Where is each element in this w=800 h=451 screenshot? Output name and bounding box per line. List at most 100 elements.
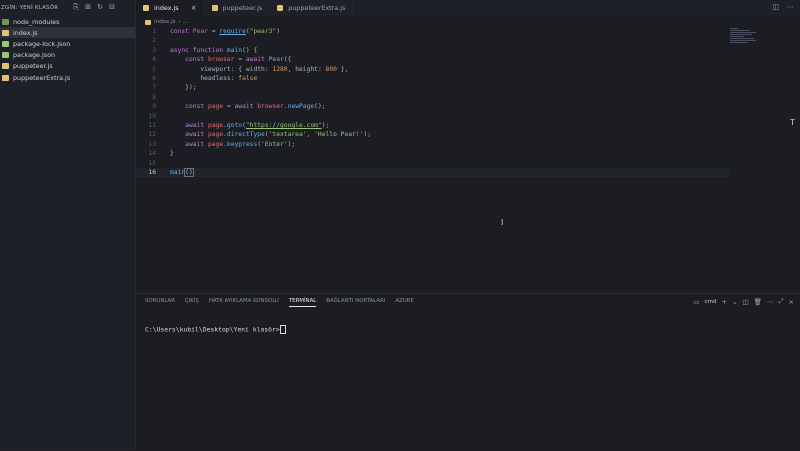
scrollbar-marker-icon[interactable]: T [790,118,795,127]
file-icon [2,74,9,81]
tree-item-label: puppeteerExtra.js [13,73,71,82]
identifier: page [207,140,224,148]
keyword: await [185,140,205,148]
terminal-shell-label[interactable]: cmd [704,299,716,305]
tab-puppeteerextra-js[interactable]: puppeteerExtra.js [270,0,354,16]
tree-item[interactable]: package.json [0,50,135,61]
code-line: 14} [136,149,730,158]
breadcrumb-file: index.js [154,19,176,25]
string: "https://google.com" [245,122,322,129]
function-name: require [219,28,246,35]
js-file-icon [277,5,284,11]
chevron-down-icon[interactable]: ⌄ [732,298,737,306]
close-icon[interactable]: × [789,298,794,306]
code-line: 1 const Pear = require("pear3") [136,27,730,36]
collapse-icon[interactable]: ⊟ [108,3,116,11]
more-icon[interactable]: ⋯ [767,298,774,306]
maximize-icon[interactable]: ⤢ [778,297,783,306]
line-number: 14 [148,150,156,158]
tab-ports[interactable]: BAĞLANTI NOKTALARI [326,298,385,307]
panel-actions: ▭ cmd + ⌄ ◫ 🗑 ⋯ ⤢ × [693,297,794,306]
tree-item-label: package.json [13,51,56,60]
function-name: main [170,169,186,176]
split-terminal-icon[interactable]: ◫ [742,298,748,306]
identifier: page [207,131,224,139]
code-editor[interactable]: 1 const Pear = require("pear3") 2 3 async … [136,27,800,292]
refresh-icon[interactable]: ↻ [96,3,104,11]
more-icon[interactable]: ⋯ [787,3,794,11]
tab-actions: ◫ ⋯ [772,3,794,11]
file-icon [2,52,9,59]
tab-label: puppeteer.js [222,4,263,12]
split-editor-icon[interactable]: ◫ [772,3,779,11]
string: 'textarea' [268,131,307,139]
string: 'Hello Pear!' [314,131,364,139]
code-line: 5 viewport: { width: 1280, height: 800 }… [136,65,730,74]
new-folder-icon[interactable]: ⊞ [84,3,92,11]
tree-item[interactable]: index.js [0,27,135,39]
keyword: await [185,131,205,139]
line-number: 1 [152,28,156,35]
tab-puppeteer-js[interactable]: puppeteer.js [205,0,271,16]
tab-label: index.js [154,4,179,12]
function-name: Pear [268,56,284,64]
keyword: const [185,56,205,64]
keyword: const [170,28,189,35]
code-line: 4 const browser = await Pear({ [136,55,730,64]
tab-problems[interactable]: SORUNLAR [145,298,175,307]
code-line: 9 const page = await browser.newPage(); [136,102,730,111]
tab-output[interactable]: ÇIKIŞ [185,298,199,307]
identifier: page [207,122,224,129]
line-number: 4 [152,56,156,64]
line-number: 16 [148,169,156,176]
folder-icon [2,18,9,25]
tab-terminal[interactable]: TERMİNAL [288,298,317,307]
code-line: 11 await page.goto("https://google.com")… [136,121,730,130]
tree-item[interactable]: puppeteerExtra.js [0,72,135,83]
terminal-cursor [279,325,286,334]
operator: = [211,28,216,35]
tab-azure[interactable]: AZURE [395,298,413,307]
new-terminal-icon[interactable]: + [722,298,727,306]
keyword: await [245,56,265,64]
identifier: page [207,103,224,111]
keyword: const [185,103,205,111]
minimap[interactable] [730,28,762,44]
terminal-prompt: C:\Users\kubil\Desktop\Yeni klasör> [145,325,280,334]
text-cursor-icon: I [501,218,504,227]
terminal-output[interactable]: C:\Users\kubil\Desktop\Yeni klasör> [145,325,286,334]
tree-item[interactable]: puppeteer.js [0,61,135,72]
tree-item[interactable]: package-lock.json [0,38,135,49]
file-tree: node_modules index.js package-lock.json pac… [0,16,135,83]
identifier: browser [207,56,235,64]
string: 'Enter' [261,140,288,148]
breadcrumb[interactable]: index.js › ... [145,17,188,27]
line-number: 2 [152,37,156,45]
tab-debug-console[interactable]: HATA AYIKLAMA KONSOLU [209,298,279,307]
keyword: await [234,103,254,111]
tab-index-js[interactable]: index.js × [136,0,205,16]
line-number: 6 [152,75,156,82]
line-number: 3 [152,46,156,54]
bottom-panel: SORUNLAR ÇIKIŞ HATA AYIKLAMA KONSOLU TER… [136,293,800,451]
trash-icon[interactable]: 🗑 [754,298,762,306]
identifier: Pear [192,28,208,35]
line-number: 15 [148,159,156,167]
js-file-icon [211,5,218,11]
code-line: 6 headless: false [136,74,730,83]
number: 1280 [272,65,288,73]
tree-item[interactable]: node_modules [0,16,135,27]
new-file-icon[interactable]: ⎘ [72,3,80,11]
close-icon[interactable]: × [191,4,197,12]
js-file-icon [145,19,151,25]
line-number: 8 [152,93,156,101]
code-line: 13 await page.keypress('Enter'); [136,140,730,149]
function-name: goto [226,122,243,129]
string: "pear3" [249,28,277,35]
code-line-current: 16 main() [136,168,730,178]
property: width [245,65,265,73]
line-number: 5 [152,65,156,73]
line-number: 7 [152,84,156,92]
code-line: 3 async function main() { [136,46,730,55]
line-number: 12 [148,131,156,139]
